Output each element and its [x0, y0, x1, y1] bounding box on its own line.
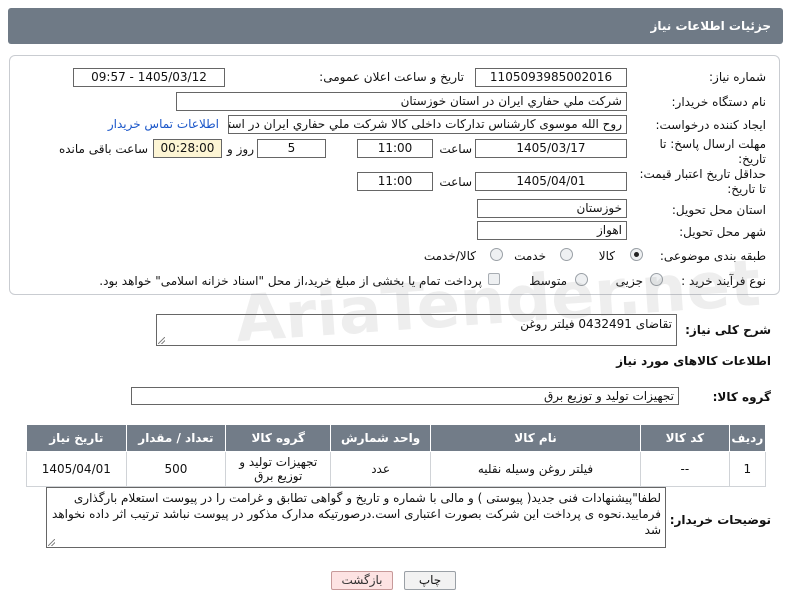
page-header: جزئیات اطلاعات نیاز — [8, 8, 783, 44]
summary-label: شرح کلی نیاز: — [685, 323, 771, 337]
category-goods-service-label: کالا/خدمت — [423, 249, 476, 263]
purchase-small-radio[interactable] — [650, 273, 663, 286]
back-button[interactable]: بازگشت — [331, 571, 393, 590]
announce-datetime-label: تاریخ و ساعت اعلان عمومی: — [319, 70, 464, 84]
deadline-days-label: روز و — [227, 142, 254, 156]
deadline-time-label: ساعت — [439, 142, 472, 156]
summary-text: تقاضای 0432491 فیلتر روغن — [520, 317, 672, 331]
col-date: تاریخ نیاز — [26, 424, 127, 452]
summary-textarea[interactable]: تقاضای 0432491 فیلتر روغن — [156, 314, 677, 346]
cell-group: تجهیزات تولید و توزیع برق — [225, 451, 332, 487]
cell-qty: 500 — [125, 451, 227, 487]
col-code: کد کالا — [640, 424, 730, 452]
purchase-medium-radio[interactable] — [575, 273, 588, 286]
buyer-notes-label: توضیحات خریدار: — [669, 513, 771, 527]
need-number-label: شماره نیاز: — [709, 70, 766, 84]
price-validity-time-label: ساعت — [439, 175, 472, 189]
deadline-date-field: 1405/03/17 — [475, 139, 627, 158]
delivery-city-field: اهواز — [477, 221, 627, 240]
resize-grip-icon[interactable] — [158, 337, 165, 344]
purchase-medium-label: متوسط — [529, 274, 567, 288]
need-number-field: 1105093985002016 — [475, 68, 627, 87]
price-validity-date-field: 1405/04/01 — [475, 172, 627, 191]
cell-unit: عدد — [330, 451, 431, 487]
category-goods-radio[interactable] — [630, 248, 643, 261]
cell-date: 1405/04/01 — [26, 451, 127, 487]
print-button[interactable]: چاپ — [404, 571, 456, 590]
col-qty: تعداد / مقدار — [125, 424, 227, 452]
page-title: جزئیات اطلاعات نیاز — [650, 19, 771, 33]
cell-name: فیلتر روغن وسیله نقلیه — [429, 451, 642, 487]
table-row: 1 -- فیلتر روغن وسیله نقلیه عدد تجهیزات … — [26, 451, 767, 487]
treasury-payment-note: پرداخت تمام یا بخشی از مبلغ خرید،از محل … — [99, 274, 482, 288]
purchase-type-label: نوع فرآیند خرید : — [681, 274, 766, 288]
col-row: ردیف — [728, 424, 767, 452]
category-goods-service-radio[interactable] — [490, 248, 503, 261]
deadline-time-field: 11:00 — [357, 139, 433, 158]
goods-group-field: تجهیزات تولید و توزیع برق — [131, 387, 679, 405]
delivery-province-field: خوزستان — [477, 199, 627, 218]
remaining-time-field: 00:28:00 — [153, 139, 222, 158]
items-table: ردیف کد کالا نام کالا واحد شمارش گروه کا… — [26, 424, 767, 487]
resize-grip-icon[interactable] — [48, 539, 55, 546]
col-name: نام کالا — [429, 424, 642, 452]
category-goods-label: کالا — [598, 249, 615, 263]
category-service-radio[interactable] — [560, 248, 573, 261]
announce-datetime-field: 1405/03/12 - 09:57 — [73, 68, 225, 87]
goods-group-label: گروه کالا: — [712, 390, 771, 404]
requester-field: روح الله موسوی کارشناس تدارکات داخلی کال… — [228, 115, 627, 134]
category-label: طبقه بندی موضوعی: — [659, 249, 766, 263]
category-service-label: خدمت — [514, 249, 546, 263]
cell-code: -- — [640, 451, 730, 487]
purchase-small-label: جزیی — [615, 274, 643, 288]
treasury-payment-checkbox[interactable] — [488, 273, 500, 285]
cell-row: 1 — [728, 451, 767, 487]
items-table-header: ردیف کد کالا نام کالا واحد شمارش گروه کا… — [26, 424, 767, 452]
buyer-notes-text: لطفا"پیشنهادات فنی جدید( پیوستی ) و مالی… — [52, 491, 661, 537]
price-validity-label: حداقل تاریخ اعتبار قیمت: تا تاریخ: — [639, 167, 766, 196]
buyer-contact-link[interactable]: اطلاعات تماس خریدار — [108, 117, 219, 131]
buyer-org-field: شرکت ملي حفاري ايران در استان خوزستان — [176, 92, 627, 111]
deadline-days-field: 5 — [257, 139, 326, 158]
delivery-city-label: شهر محل تحویل: — [679, 225, 766, 239]
buyer-org-label: نام دستگاه خریدار: — [671, 95, 767, 109]
goods-section-title: اطلاعات کالاهای مورد نیاز — [616, 354, 771, 368]
delivery-province-label: استان محل تحویل: — [671, 203, 766, 217]
col-group: گروه کالا — [225, 424, 332, 452]
deadline-label: مهلت ارسال پاسخ: تا تاریخ: — [659, 137, 766, 166]
col-unit: واحد شمارش — [330, 424, 431, 452]
remaining-time-label: ساعت باقی مانده — [58, 142, 148, 156]
price-validity-time-field: 11:00 — [357, 172, 433, 191]
requester-label: ایجاد کننده درخواست: — [655, 118, 766, 132]
buyer-notes-textarea[interactable]: لطفا"پیشنهادات فنی جدید( پیوستی ) و مالی… — [46, 487, 666, 548]
